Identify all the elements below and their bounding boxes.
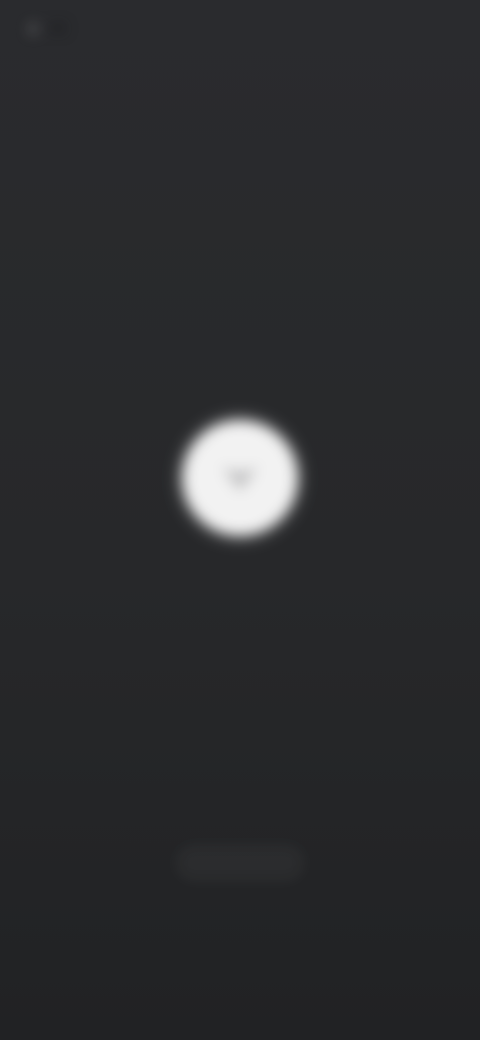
blurred-content: ‹	[0, 0, 480, 1040]
brand-logo	[182, 420, 298, 536]
brand-logo-icon	[222, 467, 258, 491]
bottom-action-button[interactable]	[176, 845, 304, 881]
app-screen: ‹	[0, 0, 480, 1040]
back-label	[52, 26, 64, 30]
chevron-left-icon[interactable]: ‹	[24, 14, 42, 41]
center-content	[0, 420, 480, 572]
top-bar: ‹	[24, 14, 456, 48]
back-button[interactable]: ‹	[24, 14, 64, 41]
